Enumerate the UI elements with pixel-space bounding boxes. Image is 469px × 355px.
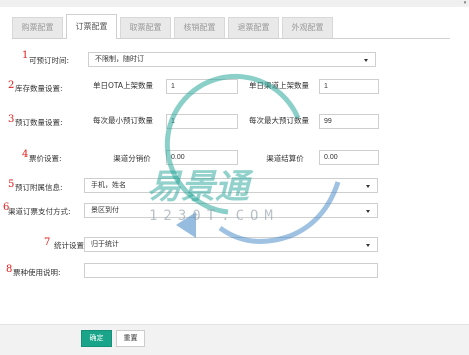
channel-payment-method-label: 渠道订票支付方式: [8,207,71,216]
max-booking-qty-label: 每次最大预订数量 [249,116,309,125]
stock-settings-label: 库存数量设置: [15,84,63,93]
channel-settlement-price-input[interactable] [319,150,379,165]
chevron-down-icon[interactable]: ▾ [462,1,468,6]
confirm-button[interactable]: 确定 [81,330,112,347]
row-number-marker: 7 [44,237,51,248]
row-number-marker: 8 [6,264,13,275]
caret-down-icon [364,59,368,62]
ticket-usage-note-label: 票种使用说明: [13,268,61,277]
row-number-marker: 1 [22,50,29,61]
bookable-time-value: 不限制，随时订 [95,55,144,63]
channel-distribution-price-input[interactable] [166,150,238,165]
channel-payment-method-value: 景区到付 [91,206,119,214]
statistics-settings-label: 统计设置: [54,241,87,250]
row-number-marker: 2 [8,80,15,91]
caret-down-icon [366,244,370,247]
tab-verify-config[interactable]: 核销配置 [174,17,225,38]
caret-down-icon [366,210,370,213]
tab-purchase-config[interactable]: 购票配置 [12,17,63,38]
daily-ota-stock-input[interactable] [166,79,238,94]
row-number-marker: 4 [22,149,29,160]
row-number-marker: 3 [8,114,15,125]
channel-distribution-price-label: 渠道分销价 [113,154,151,163]
tab-refund-config[interactable]: 退票配置 [228,17,279,38]
max-booking-qty-input[interactable] [319,114,379,129]
daily-channel-stock-input[interactable] [319,79,379,94]
bookable-time-select[interactable]: 不限制，随时订 [88,52,376,67]
statistics-settings-select[interactable]: 归于统计 [84,237,378,252]
price-settings-label: 票价设置: [29,154,62,163]
tab-booking-config[interactable]: 订票配置 [66,14,117,39]
tab-pickup-config[interactable]: 取票配置 [120,17,171,38]
caret-down-icon [366,185,370,188]
booking-extra-info-select[interactable]: 手机，姓名 [84,178,378,193]
bookable-time-label: 可预订时间: [29,56,70,65]
tab-bar: 购票配置 订票配置 取票配置 核销配置 退票配置 外观配置 [12,14,452,39]
channel-settlement-price-label: 渠道结算价 [266,154,304,163]
booking-qty-label: 预订数量设置: [15,118,63,127]
booking-extra-info-label: 预订附属信息: [15,183,63,192]
ticket-usage-note-input[interactable] [84,263,378,278]
tab-appearance-config[interactable]: 外观配置 [282,17,333,38]
row-number-marker: 5 [8,179,15,190]
min-booking-qty-label: 每次最小预订数量 [93,116,153,125]
top-bar [0,0,469,7]
daily-channel-stock-label: 单日渠道上架数量 [249,81,309,90]
reset-button[interactable]: 重置 [116,330,145,347]
min-booking-qty-input[interactable] [166,114,238,129]
channel-payment-method-select[interactable]: 景区到付 [84,203,378,218]
statistics-settings-value: 归于统计 [91,240,119,248]
form-footer [0,324,469,355]
booking-extra-info-value: 手机，姓名 [91,181,126,189]
daily-ota-stock-label: 单日OTA上架数量 [92,81,154,90]
